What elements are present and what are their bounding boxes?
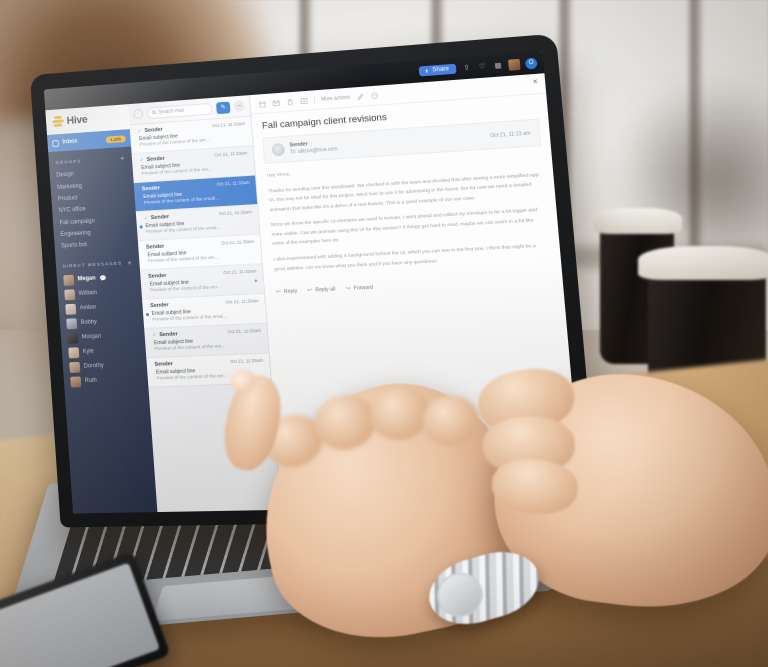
checkmark-icon: ✓ xyxy=(140,157,144,163)
checkmark-icon: ✓ xyxy=(152,332,156,338)
mail-item-date: Oct 21, 11:33am xyxy=(216,180,249,187)
mail-item-date: Oct 21, 11:33am xyxy=(221,239,254,246)
collapse-button[interactable]: − xyxy=(234,100,246,112)
pencil-icon[interactable] xyxy=(356,92,365,101)
mail-item-date: Oct 21, 11:33am xyxy=(214,150,247,157)
extension-icon[interactable]: ▦ xyxy=(492,60,503,71)
dm-badge-icon: 💬 xyxy=(99,275,107,282)
groups-header-label: GROUPS xyxy=(55,160,81,166)
search-icon xyxy=(151,110,156,115)
inbox-icon xyxy=(52,139,59,146)
dms-header-label: DIRECT MESSAGES xyxy=(62,261,122,269)
avatar xyxy=(63,274,74,285)
mail-item-date: Oct 21, 11:33am xyxy=(225,298,259,304)
mail-list-item[interactable]: ✓ Sender Oct 21, 11:33am Email subject line… xyxy=(144,324,268,359)
checkmark-icon: ✓ xyxy=(144,215,148,221)
email-timestamp: Oct 21, 11:13 am xyxy=(490,130,531,139)
dm-list: Megan 💬 William Amber Bobby Morgan Kyle Dorothy… xyxy=(57,269,149,389)
share-button[interactable]: Share xyxy=(419,64,457,77)
avatar xyxy=(65,303,76,314)
action-label: Forward xyxy=(353,284,373,291)
mail-item-date: Oct 21, 11:33am xyxy=(223,268,257,275)
share-button-label: Share xyxy=(432,66,449,73)
brand-name: Hive xyxy=(66,114,87,127)
mail-icon[interactable] xyxy=(272,98,281,106)
avatar xyxy=(64,289,75,300)
forward-icon: ↪ xyxy=(345,285,351,292)
watch-face xyxy=(432,567,488,622)
avatar xyxy=(69,362,80,373)
checkmark-icon: ✓ xyxy=(137,128,141,134)
profile-avatar[interactable] xyxy=(508,58,521,70)
mail-item-date: Oct 21, 11:33am xyxy=(212,121,245,128)
compose-button[interactable]: ✎ xyxy=(216,101,231,114)
close-icon[interactable]: × xyxy=(532,77,538,86)
reply-all-button[interactable]: ↩ Reply all xyxy=(307,286,336,294)
sidebar-dm-label: Dorothy xyxy=(84,363,104,370)
avatar xyxy=(66,318,77,329)
sidebar-dm-item[interactable]: Ruth xyxy=(64,372,149,390)
email-body: Hey Vince, Thanks for sending over this s… xyxy=(255,146,562,286)
move-to-folder-icon[interactable] xyxy=(300,96,309,104)
add-dm-icon[interactable]: + xyxy=(128,260,133,267)
mail-item-date: Oct 21, 11:33am xyxy=(230,358,264,364)
sidebar-dm-label: Ruth xyxy=(85,378,97,384)
sidebar-dm-label: Kyle xyxy=(83,349,94,355)
sidebar-dm-label: William xyxy=(79,290,98,297)
inbox-label: Inbox xyxy=(62,137,102,145)
upload-icon[interactable]: ⇧ xyxy=(461,62,472,73)
avatar xyxy=(70,376,81,387)
action-label: Reply xyxy=(284,288,298,295)
sidebar-group-label: Design xyxy=(56,172,74,179)
toolbar-divider xyxy=(314,95,316,104)
sidebar-group-label: NYC office xyxy=(59,207,86,214)
avatar xyxy=(68,347,79,358)
avatar xyxy=(67,332,78,343)
photo-scene: Share ⇧ ♡ ▦ O Hive Inbox 1,206 GROUPS + … xyxy=(0,0,768,667)
share-icon xyxy=(424,68,430,73)
unread-indicator xyxy=(140,225,143,228)
sidebar-dm-label: Bobby xyxy=(81,319,98,326)
emoji-icon[interactable] xyxy=(370,91,379,100)
sender-avatar xyxy=(271,143,285,157)
trash-icon[interactable] xyxy=(286,97,295,105)
sidebar-group-label: Marketing xyxy=(57,183,82,190)
coffee-cup-lid-back xyxy=(594,208,682,234)
mail-item-date: Oct 21, 11:33am xyxy=(228,328,262,334)
action-label: Reply all xyxy=(315,286,336,293)
bookmark-icon[interactable]: ♡ xyxy=(477,61,488,72)
more-actions-button[interactable]: More actions xyxy=(321,94,350,102)
reply-button[interactable]: ↩ Reply xyxy=(276,287,298,295)
archive-icon[interactable] xyxy=(258,99,266,107)
mail-item-date: Oct 21, 11:33am xyxy=(219,209,252,216)
ring-finger xyxy=(490,456,580,517)
sidebar-group-label: Sports bot xyxy=(61,243,87,250)
add-group-icon[interactable]: + xyxy=(120,156,125,163)
search-input[interactable]: Search mail xyxy=(146,102,212,118)
forward-button[interactable]: ↪ Forward xyxy=(345,284,373,292)
star-icon[interactable]: ★ xyxy=(254,278,259,284)
coffee-cup-lid-front xyxy=(638,246,768,280)
reply-icon: ↩ xyxy=(276,288,282,295)
account-circle[interactable]: O xyxy=(525,57,538,69)
hive-logo-icon xyxy=(52,116,64,128)
sidebar-dm-label: Megan xyxy=(77,276,95,283)
sidebar-dm-label: Morgan xyxy=(82,334,102,341)
sidebar-group-label: Fall campaign xyxy=(59,218,95,226)
sidebar-group-label: Product xyxy=(58,195,78,202)
reply-all-icon: ↩ xyxy=(307,287,313,294)
groups-list: Design Marketing Product NYC office Fall cam… xyxy=(49,165,138,253)
sidebar-dm-label: Amber xyxy=(80,305,97,312)
unread-indicator xyxy=(146,313,149,316)
inbox-badge: 1,206 xyxy=(105,135,126,143)
sidebar-group-label: Engineering xyxy=(60,230,91,237)
search-placeholder: Search mail xyxy=(158,107,184,115)
gear-icon[interactable] xyxy=(133,108,143,118)
